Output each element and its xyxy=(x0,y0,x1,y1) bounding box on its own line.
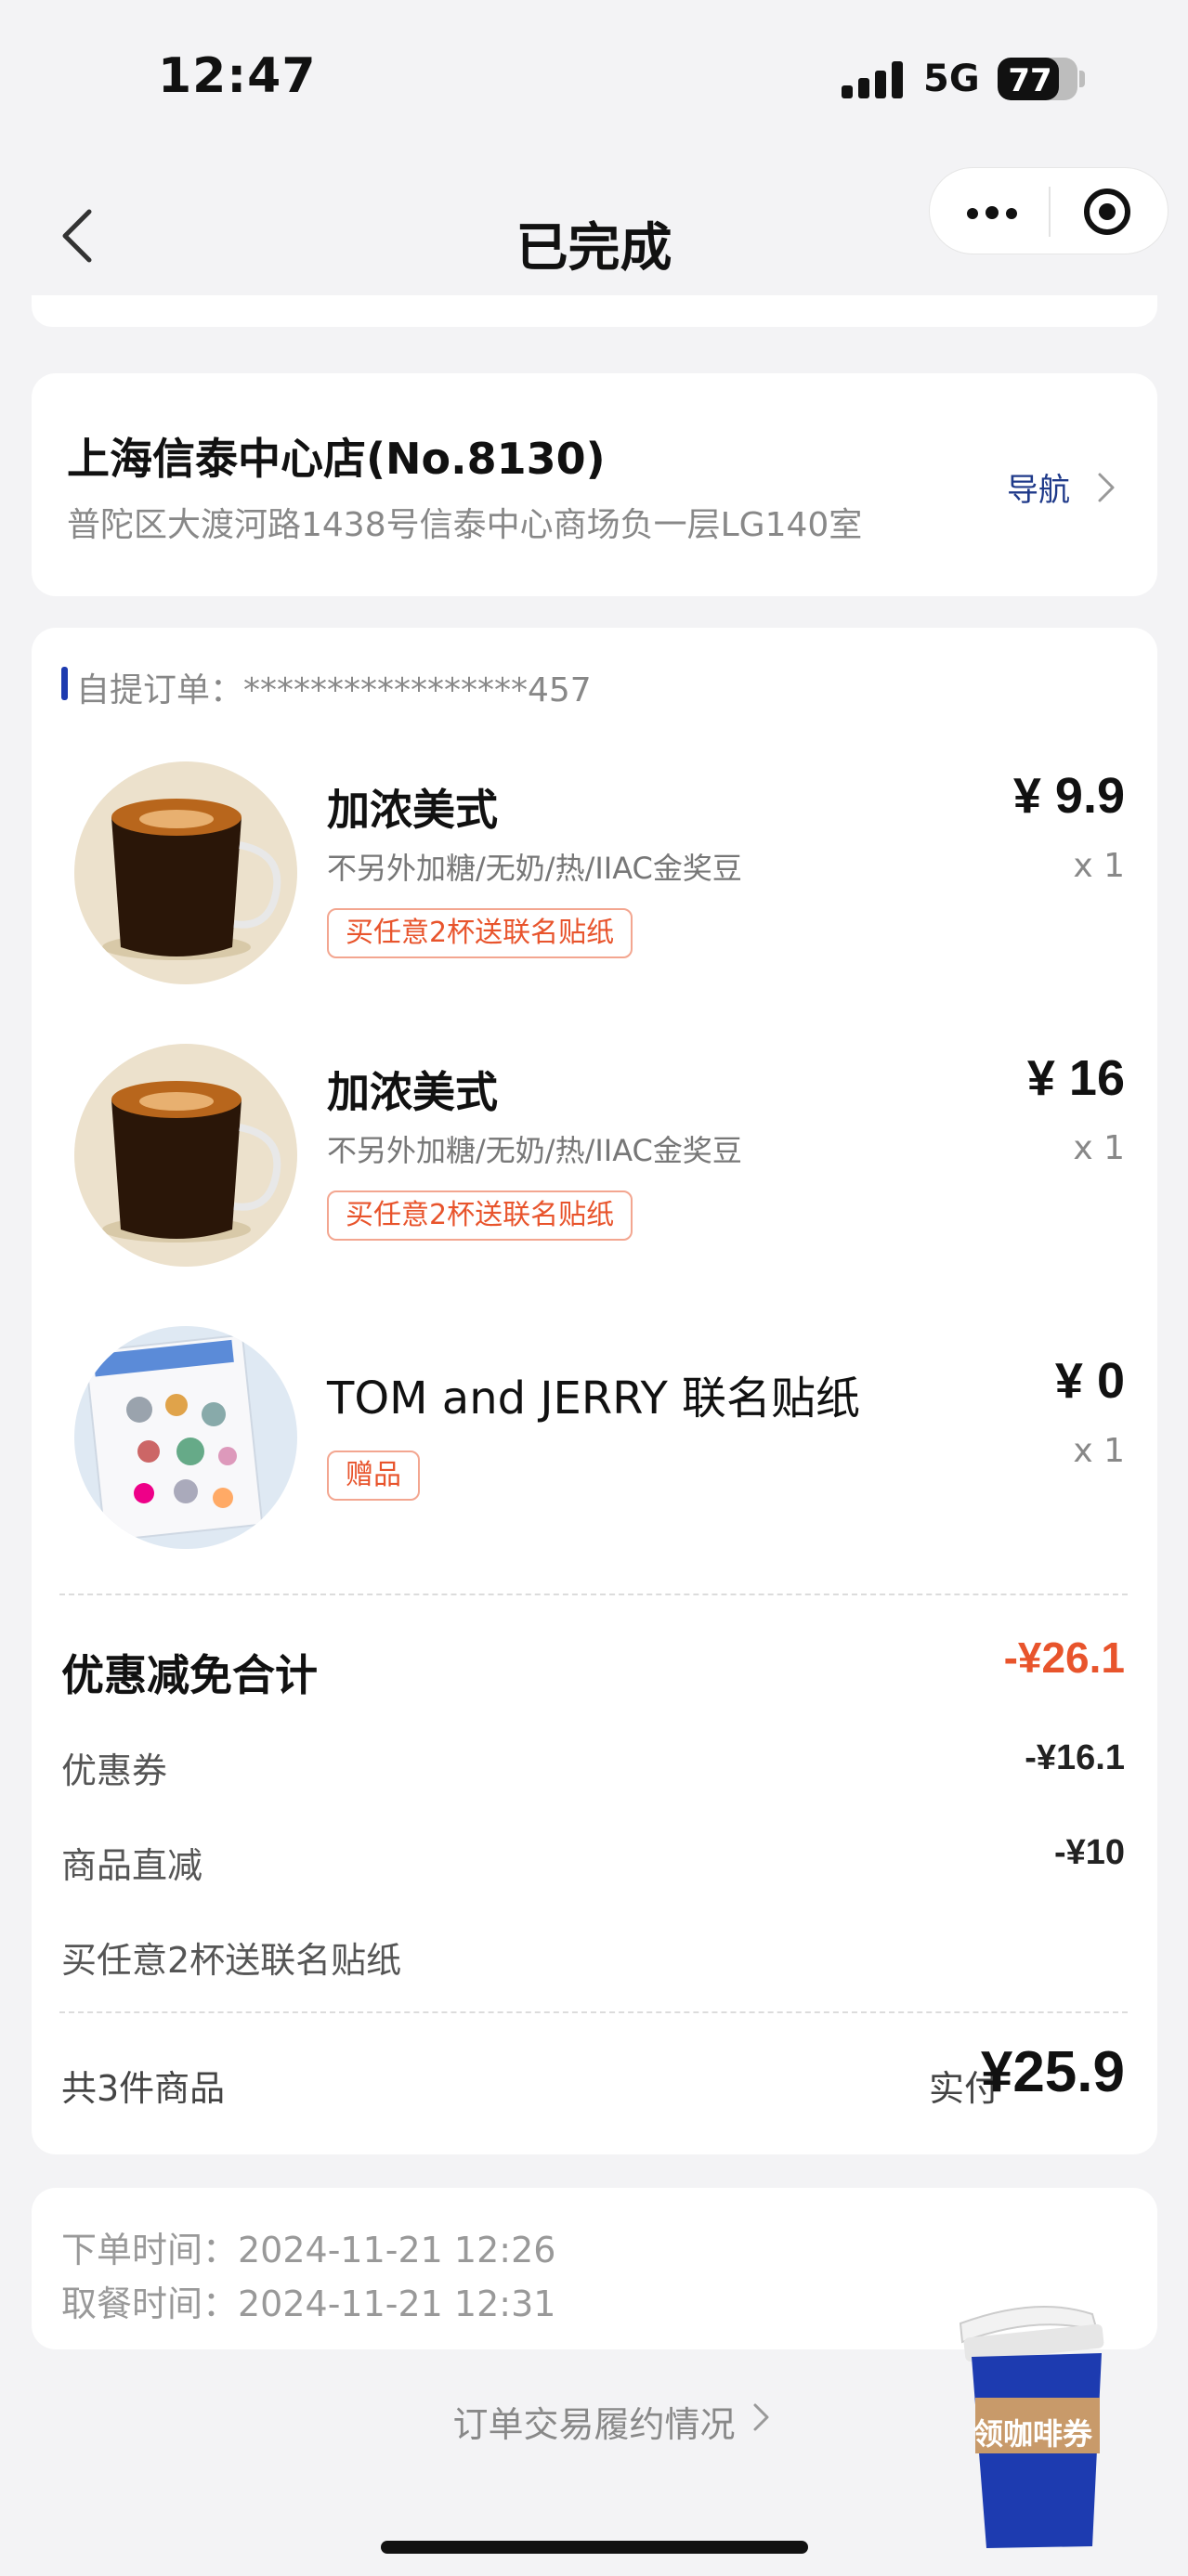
battery-level: 77 xyxy=(1008,62,1052,99)
item-price: ¥ 9.9 xyxy=(1012,768,1125,824)
discount-title: 优惠减免合计 xyxy=(61,1650,318,1700)
order-accent-bar xyxy=(61,667,68,700)
network-type: 5G xyxy=(923,58,980,100)
battery-icon: 77 xyxy=(998,58,1077,100)
home-indicator xyxy=(381,2541,808,2554)
item-spec: 不另外加糖/无奶/热/IIAC金奖豆 xyxy=(327,1133,742,1168)
capsule-divider xyxy=(1049,187,1051,237)
status-time: 12:47 xyxy=(158,48,317,104)
gift-tag: 赠品 xyxy=(327,1451,420,1501)
divider xyxy=(59,2011,1128,2013)
paid-amount: ¥25.9 xyxy=(980,2040,1125,2104)
store-address: 普陀区大渡河路1438号信泰中心商场负一层LG140室 xyxy=(67,506,863,544)
chevron-right-icon[interactable] xyxy=(749,2401,773,2433)
sticker-sheet-icon xyxy=(84,1334,264,1542)
signal-icon xyxy=(842,61,905,98)
coffee-cup-icon xyxy=(102,799,281,960)
coupon-value: -¥16.1 xyxy=(1025,1738,1125,1777)
promo-discount-label: 买任意2杯送联名贴纸 xyxy=(61,1940,402,1981)
item-count: 共3件商品 xyxy=(61,2068,226,2109)
top-card-edge xyxy=(32,295,1157,327)
item-qty: x 1 xyxy=(1073,847,1125,885)
more-icon[interactable] xyxy=(967,205,1025,223)
navigate-link[interactable]: 导航 xyxy=(1007,464,1070,510)
item-name: 加浓美式 xyxy=(327,1067,498,1117)
coffee-thumbnail xyxy=(74,761,297,984)
coupon-label: 优惠券 xyxy=(61,1750,168,1791)
promo-tag: 买任意2杯送联名贴纸 xyxy=(327,908,633,958)
item-qty: x 1 xyxy=(1073,1129,1125,1167)
sticker-thumbnail xyxy=(74,1326,297,1549)
promo-tag: 买任意2杯送联名贴纸 xyxy=(327,1190,633,1241)
item-price: ¥ 16 xyxy=(1026,1050,1125,1106)
item-name: 加浓美式 xyxy=(327,785,498,835)
pickup-time: 取餐时间：2024-11-21 12:31 xyxy=(61,2283,556,2324)
order-time: 下单时间：2024-11-21 12:26 xyxy=(61,2230,556,2270)
order-number: 自提订单：*****************457 xyxy=(76,671,592,709)
chevron-right-icon[interactable] xyxy=(1092,472,1120,503)
direct-discount-value: -¥10 xyxy=(1053,1833,1125,1872)
item-name: TOM and JERRY 联名贴纸 xyxy=(327,1373,861,1425)
order-trace-label: 订单交易履约情况 xyxy=(452,2404,736,2445)
discount-total: -¥26.1 xyxy=(1003,1633,1125,1682)
divider xyxy=(59,1594,1128,1595)
store-name: 上海信泰中心店(No.8130) xyxy=(67,434,606,484)
direct-discount-label: 商品直减 xyxy=(61,1845,203,1886)
battery-tip xyxy=(1079,71,1085,87)
item-spec: 不另外加糖/无奶/热/IIAC金奖豆 xyxy=(327,851,742,886)
coffee-coupon-label: 领咖啡券 xyxy=(973,2416,1092,2452)
close-miniprogram-icon[interactable] xyxy=(1084,189,1130,235)
item-price: ¥ 0 xyxy=(1054,1353,1125,1409)
item-qty: x 1 xyxy=(1073,1432,1125,1470)
mini-program-capsule xyxy=(929,167,1168,254)
coffee-cup-icon xyxy=(102,1081,281,1242)
coffee-thumbnail xyxy=(74,1044,297,1267)
